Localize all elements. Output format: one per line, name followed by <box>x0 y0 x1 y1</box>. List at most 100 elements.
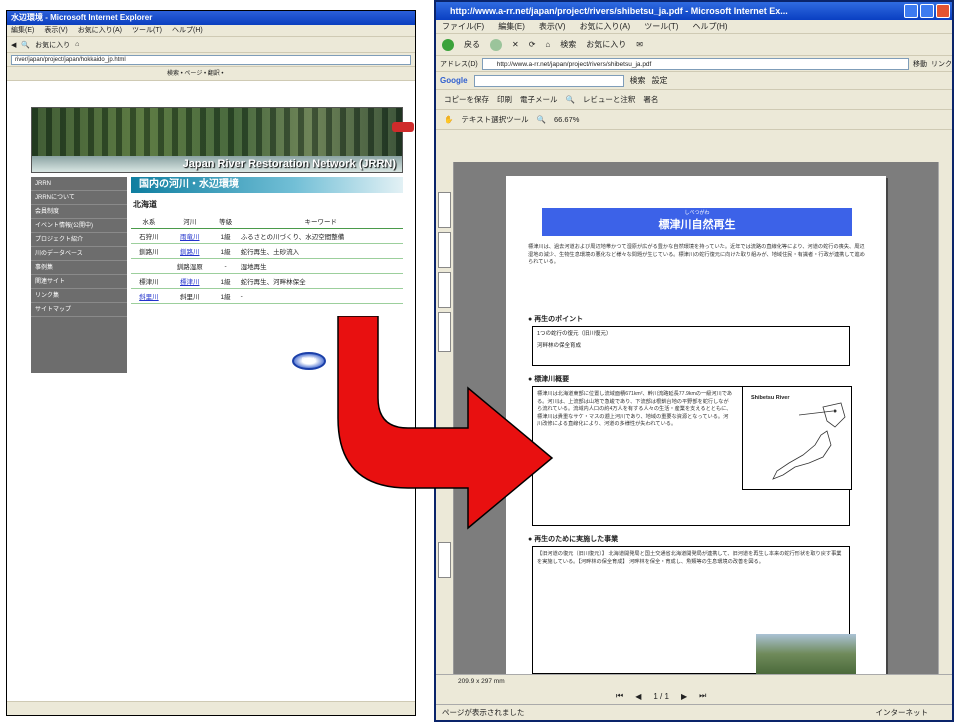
site-name: Japan River Restoration Network (JRRN) <box>182 158 396 170</box>
menu-tools[interactable]: ツール(T) <box>644 20 678 33</box>
nav-item[interactable]: プロジェクト紹介 <box>31 233 127 247</box>
menu-favorites[interactable]: お気に入り(A) <box>78 25 122 36</box>
grade-cell: 1級 <box>212 288 239 304</box>
menu-tools[interactable]: ツール(T) <box>132 25 162 36</box>
refresh-icon[interactable]: ⟳ <box>529 40 536 49</box>
nav-item[interactable]: 関連サイト <box>31 275 127 289</box>
list-item: 1つの蛇行の復元（旧川復元） <box>537 331 612 337</box>
window-title-bar[interactable]: 水辺環境 - Microsoft Internet Explorer <box>7 11 415 25</box>
window-title-bar[interactable]: http://www.a-rr.net/japan/project/rivers… <box>436 2 952 20</box>
favorites-button[interactable]: お気に入り <box>35 40 70 50</box>
last-page-icon[interactable]: ⏭ <box>699 691 706 701</box>
pdf-toolbar: コピーを保存 印刷 電子メール 🔍 レビューと注釈 署名 <box>436 90 952 110</box>
nav-item[interactable]: 事例集 <box>31 261 127 275</box>
table-row: 釧路湿原 - 湿地再生 <box>131 258 403 274</box>
river-link[interactable]: 雨竜川 <box>166 228 213 244</box>
menu-favorites[interactable]: お気に入り(A) <box>580 20 631 33</box>
layers-tab[interactable] <box>438 272 451 308</box>
go-button[interactable]: 移動 <box>913 59 927 69</box>
sign-button[interactable]: 署名 <box>643 94 658 105</box>
back-icon[interactable] <box>442 38 454 51</box>
overview-text: 標津川は北海道東部に位置し流域面積671km²、幹川流路延長77.9kmの一級河… <box>537 391 733 427</box>
keyword-cell: 湿地再生 <box>238 258 403 274</box>
stop-icon[interactable]: ✕ <box>512 40 519 49</box>
favorites-button[interactable]: お気に入り <box>586 39 626 50</box>
print-button[interactable]: 印刷 <box>497 94 512 105</box>
google-search-input[interactable] <box>473 74 624 87</box>
nav-item[interactable]: サイトマップ <box>31 303 127 317</box>
save-copy-button[interactable]: コピーを保存 <box>444 94 489 105</box>
vertical-scrollbar[interactable] <box>938 162 952 674</box>
review-button[interactable]: レビューと注釈 <box>583 94 636 105</box>
keyword-cell: ふるさとの川づくり、水辺空間整備 <box>238 228 403 244</box>
status-bar <box>7 701 415 715</box>
region-heading: 北海道 <box>133 200 157 209</box>
search-button[interactable]: 検索 <box>560 39 576 50</box>
search-bar[interactable]: 検索 • ページ • 翻訳 • <box>7 67 415 81</box>
select-text-tool[interactable]: テキスト選択ツール <box>461 114 528 125</box>
email-button[interactable]: 電子メール <box>520 94 558 105</box>
grade-cell: 1級 <box>212 273 239 289</box>
window-controls <box>904 4 950 18</box>
hand-tool-icon[interactable]: ✋ <box>444 115 453 124</box>
menu-edit[interactable]: 編集(E) <box>11 25 34 36</box>
nav-item[interactable]: リンク集 <box>31 289 127 303</box>
nav-item[interactable]: 会員制度 <box>31 205 127 219</box>
address-bar: アドレス(D) http://www.a-rr.net/japan/projec… <box>436 56 952 72</box>
river-link[interactable]: 標津川 <box>166 273 213 289</box>
nav-item[interactable]: JRRN <box>31 177 127 191</box>
back-icon[interactable]: ◀ <box>11 41 16 49</box>
minimize-button[interactable] <box>904 4 918 18</box>
header-red-tab[interactable] <box>392 122 414 132</box>
column-header: キーワード <box>238 214 403 229</box>
links-button[interactable]: リンク <box>931 59 952 69</box>
status-bar: ページが表示されました インターネット <box>436 704 952 720</box>
intro-paragraph: 標津川は、過去河道および周辺地帯かつて湿原が広がる豊かな自然環境を持っていた。近… <box>528 244 865 265</box>
nav-item[interactable]: イベント情報(公開中) <box>31 219 127 233</box>
address-input[interactable]: http://www.a-rr.net/japan/project/rivers… <box>481 57 909 70</box>
menu-view[interactable]: 表示(V) <box>44 25 67 36</box>
maximize-button[interactable] <box>920 4 934 18</box>
doc-title-banner: しべつがわ 標津川自然再生 <box>542 208 852 236</box>
column-header: 水系 <box>131 214 167 229</box>
river-cell: 釧路湿原 <box>166 258 213 274</box>
search-icon[interactable]: 🔍 <box>21 41 30 49</box>
forward-icon[interactable] <box>490 38 502 51</box>
next-page-icon[interactable]: ▶ <box>681 692 687 701</box>
signatures-tab[interactable] <box>438 232 451 268</box>
google-settings-button[interactable]: 設定 <box>652 75 668 86</box>
page-counter[interactable]: 1 / 1 <box>653 692 669 701</box>
system-link[interactable]: 斜里川 <box>131 288 167 304</box>
comments-tab[interactable] <box>438 542 451 578</box>
google-search-button[interactable]: 検索 <box>630 75 646 86</box>
nav-item[interactable]: JRRNについて <box>31 191 127 205</box>
home-icon[interactable]: ⌂ <box>75 41 79 48</box>
prev-page-icon[interactable]: ◀ <box>635 692 641 701</box>
toolbar: ◀ 🔍 お気に入り ⌂ <box>7 37 415 53</box>
find-icon[interactable]: 🔍 <box>566 95 575 104</box>
map-label: Shibetsu River <box>751 395 790 401</box>
address-input[interactable]: river/japan/project/japan/hokkaido_jp.ht… <box>11 55 411 65</box>
title-ruby: しべつがわ <box>684 210 710 216</box>
first-page-icon[interactable]: ⏮ <box>616 691 623 701</box>
zoom-icon[interactable]: 🔍 <box>537 115 546 124</box>
keyword-cell: - <box>238 288 403 304</box>
close-button[interactable] <box>936 4 950 18</box>
menu-help[interactable]: ヘルプ(H) <box>172 25 203 36</box>
home-icon[interactable]: ⌂ <box>545 40 550 49</box>
river-link[interactable]: 釧路川 <box>166 243 213 259</box>
menu-help[interactable]: ヘルプ(H) <box>692 20 727 33</box>
site-header-image: Japan River Restoration Network (JRRN) <box>31 107 414 173</box>
table-row: 標津川 標津川 1級 蛇行再生、河畔林保全 <box>131 273 403 289</box>
menu-file[interactable]: ファイル(F) <box>442 20 484 33</box>
google-logo[interactable]: Google <box>440 76 468 85</box>
zoom-level[interactable]: 66.67% <box>554 115 579 124</box>
back-button[interactable]: 戻る <box>464 39 480 50</box>
bookmarks-tab[interactable] <box>438 192 451 228</box>
page-size: 209.9 x 297 mm <box>458 678 505 685</box>
menu-edit[interactable]: 編集(E) <box>498 20 525 33</box>
mail-icon[interactable]: ✉ <box>636 40 643 49</box>
nav-item[interactable]: 川のデータベース <box>31 247 127 261</box>
menu-view[interactable]: 表示(V) <box>539 20 566 33</box>
table-row: 斜里川 斜里川 1級 - <box>131 288 403 304</box>
